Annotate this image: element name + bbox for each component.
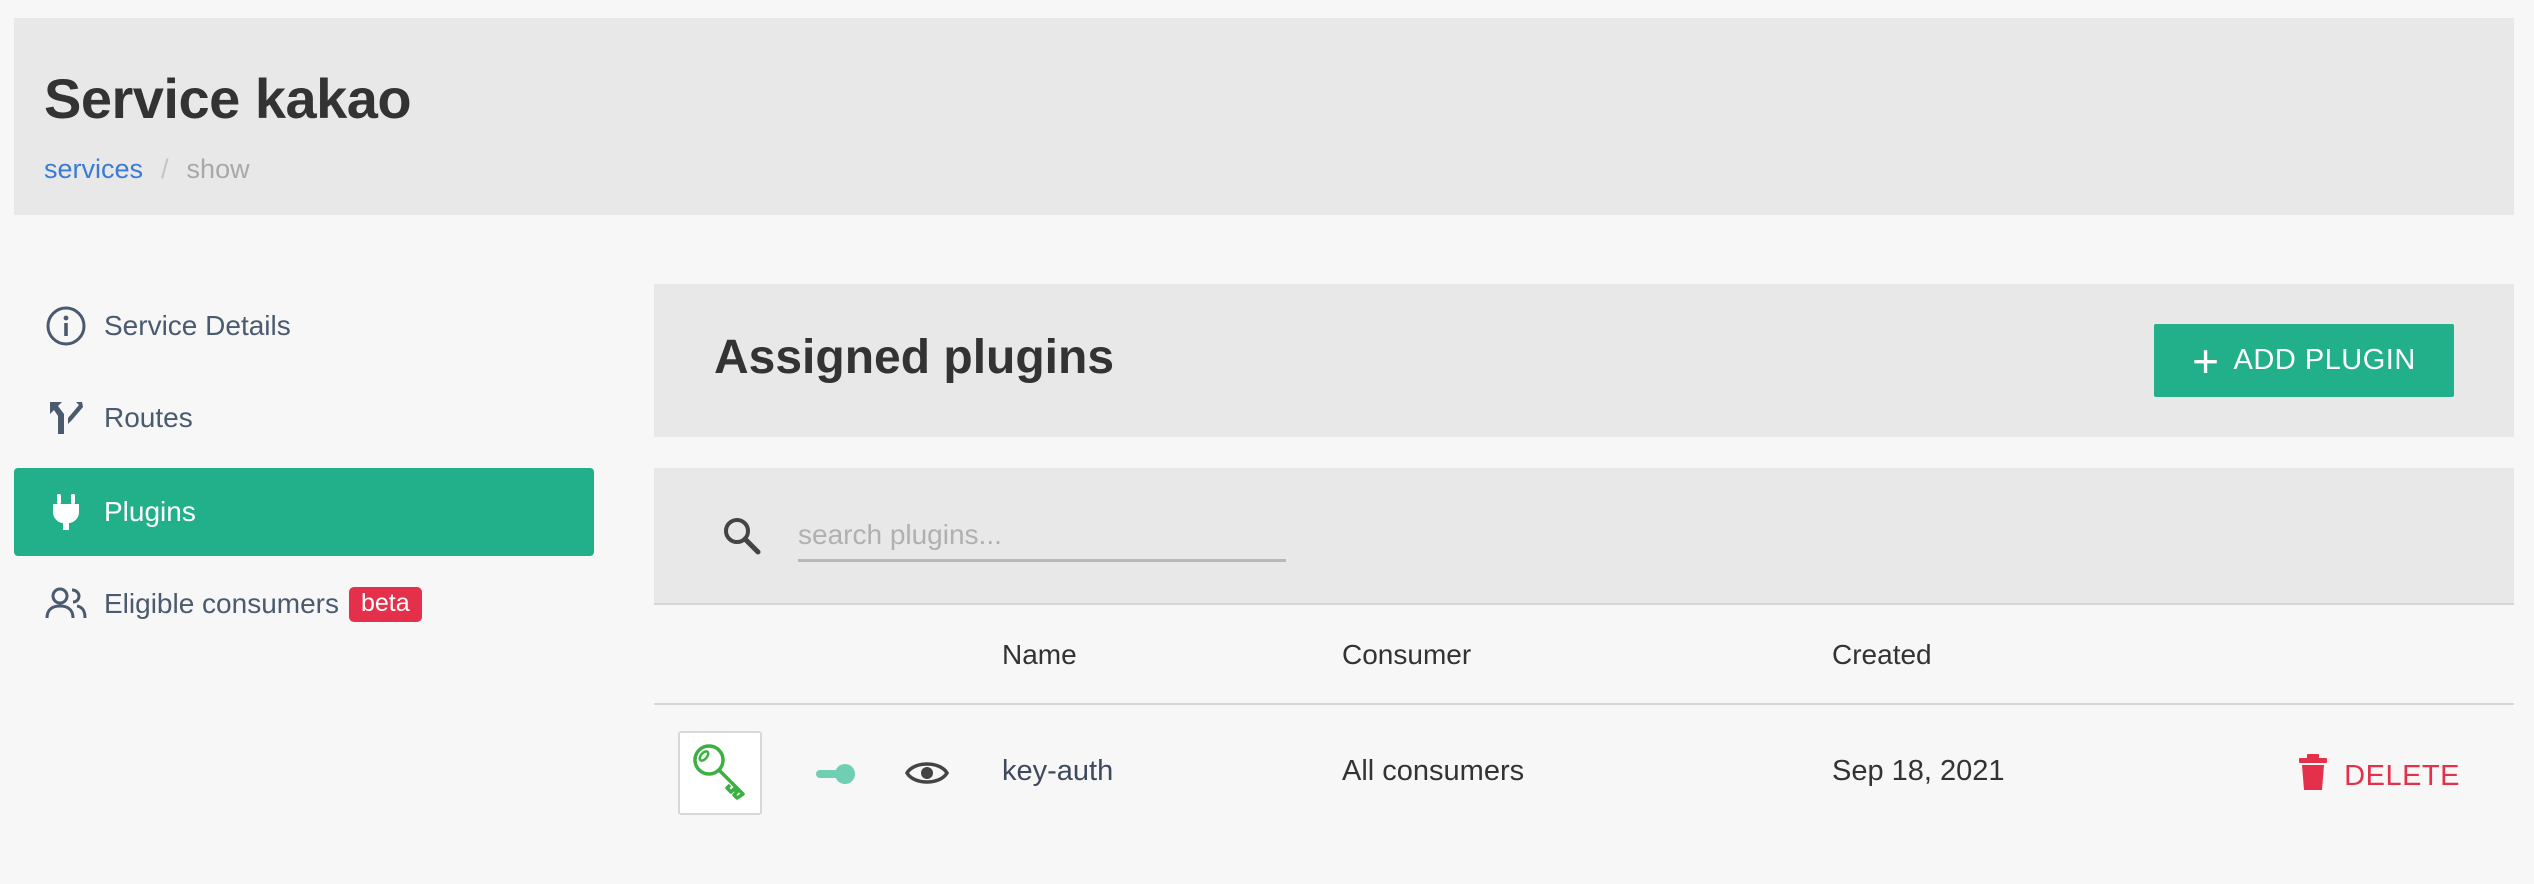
- column-header-created: Created: [1832, 639, 1932, 670]
- delete-button[interactable]: DELETE: [2298, 753, 2460, 799]
- sidebar-item-service-details[interactable]: Service Details: [14, 282, 594, 370]
- sidebar-item-routes[interactable]: Routes: [14, 374, 594, 462]
- view-eye-icon[interactable]: [904, 755, 950, 791]
- plugin-name-link[interactable]: key-auth: [1002, 755, 1113, 788]
- breadcrumb-current: show: [186, 154, 250, 184]
- breadcrumb-separator: /: [161, 154, 169, 184]
- delete-label: DELETE: [2344, 759, 2460, 792]
- sidebar-item-label: Eligible consumers: [104, 588, 339, 619]
- plug-icon: [44, 490, 88, 534]
- add-plugin-label: ADD PLUGIN: [2233, 344, 2416, 376]
- table-row: key-auth All consumers Sep 18, 2021 DELE…: [654, 705, 2514, 845]
- sidebar-item-label: Service Details: [104, 310, 291, 341]
- plugin-enabled-toggle[interactable]: [814, 763, 858, 785]
- column-header-name: Name: [1002, 639, 1077, 670]
- breadcrumb: services / show: [44, 154, 250, 185]
- sidebar-item-label: Routes: [104, 402, 193, 433]
- routes-fork-icon: [44, 396, 88, 440]
- table-header: Name Consumer Created: [654, 605, 2514, 705]
- search-input[interactable]: [798, 510, 1286, 562]
- sidebar-item-eligible-consumers[interactable]: Eligible consumers beta: [14, 560, 594, 648]
- sidebar-item-label: Plugins: [104, 496, 196, 527]
- plugin-created-date: Sep 18, 2021: [1832, 755, 2005, 787]
- users-icon: [44, 582, 88, 626]
- add-plugin-button[interactable]: + ADD PLUGIN: [2154, 324, 2454, 397]
- breadcrumb-services-link[interactable]: services: [44, 154, 143, 185]
- info-circle-icon: [44, 304, 88, 348]
- sidebar-item-plugins[interactable]: Plugins: [14, 468, 594, 556]
- assigned-plugins-header: Assigned plugins + ADD PLUGIN: [654, 284, 2514, 437]
- search-bar: [654, 468, 2514, 605]
- search-icon: [720, 514, 764, 558]
- plugin-consumer: All consumers: [1342, 755, 1525, 787]
- page-header: Service kakao services / show: [14, 18, 2514, 215]
- plus-icon: +: [2192, 334, 2220, 387]
- column-header-consumer: Consumer: [1342, 639, 1472, 670]
- key-icon: [689, 740, 751, 807]
- panel-title: Assigned plugins: [714, 331, 1115, 384]
- plugins-table: Name Consumer Created key-auth All consu…: [654, 605, 2514, 845]
- trash-icon: [2298, 753, 2328, 799]
- plugin-thumbnail: [678, 731, 762, 815]
- beta-badge: beta: [349, 586, 422, 622]
- page-title: Service kakao: [44, 67, 412, 130]
